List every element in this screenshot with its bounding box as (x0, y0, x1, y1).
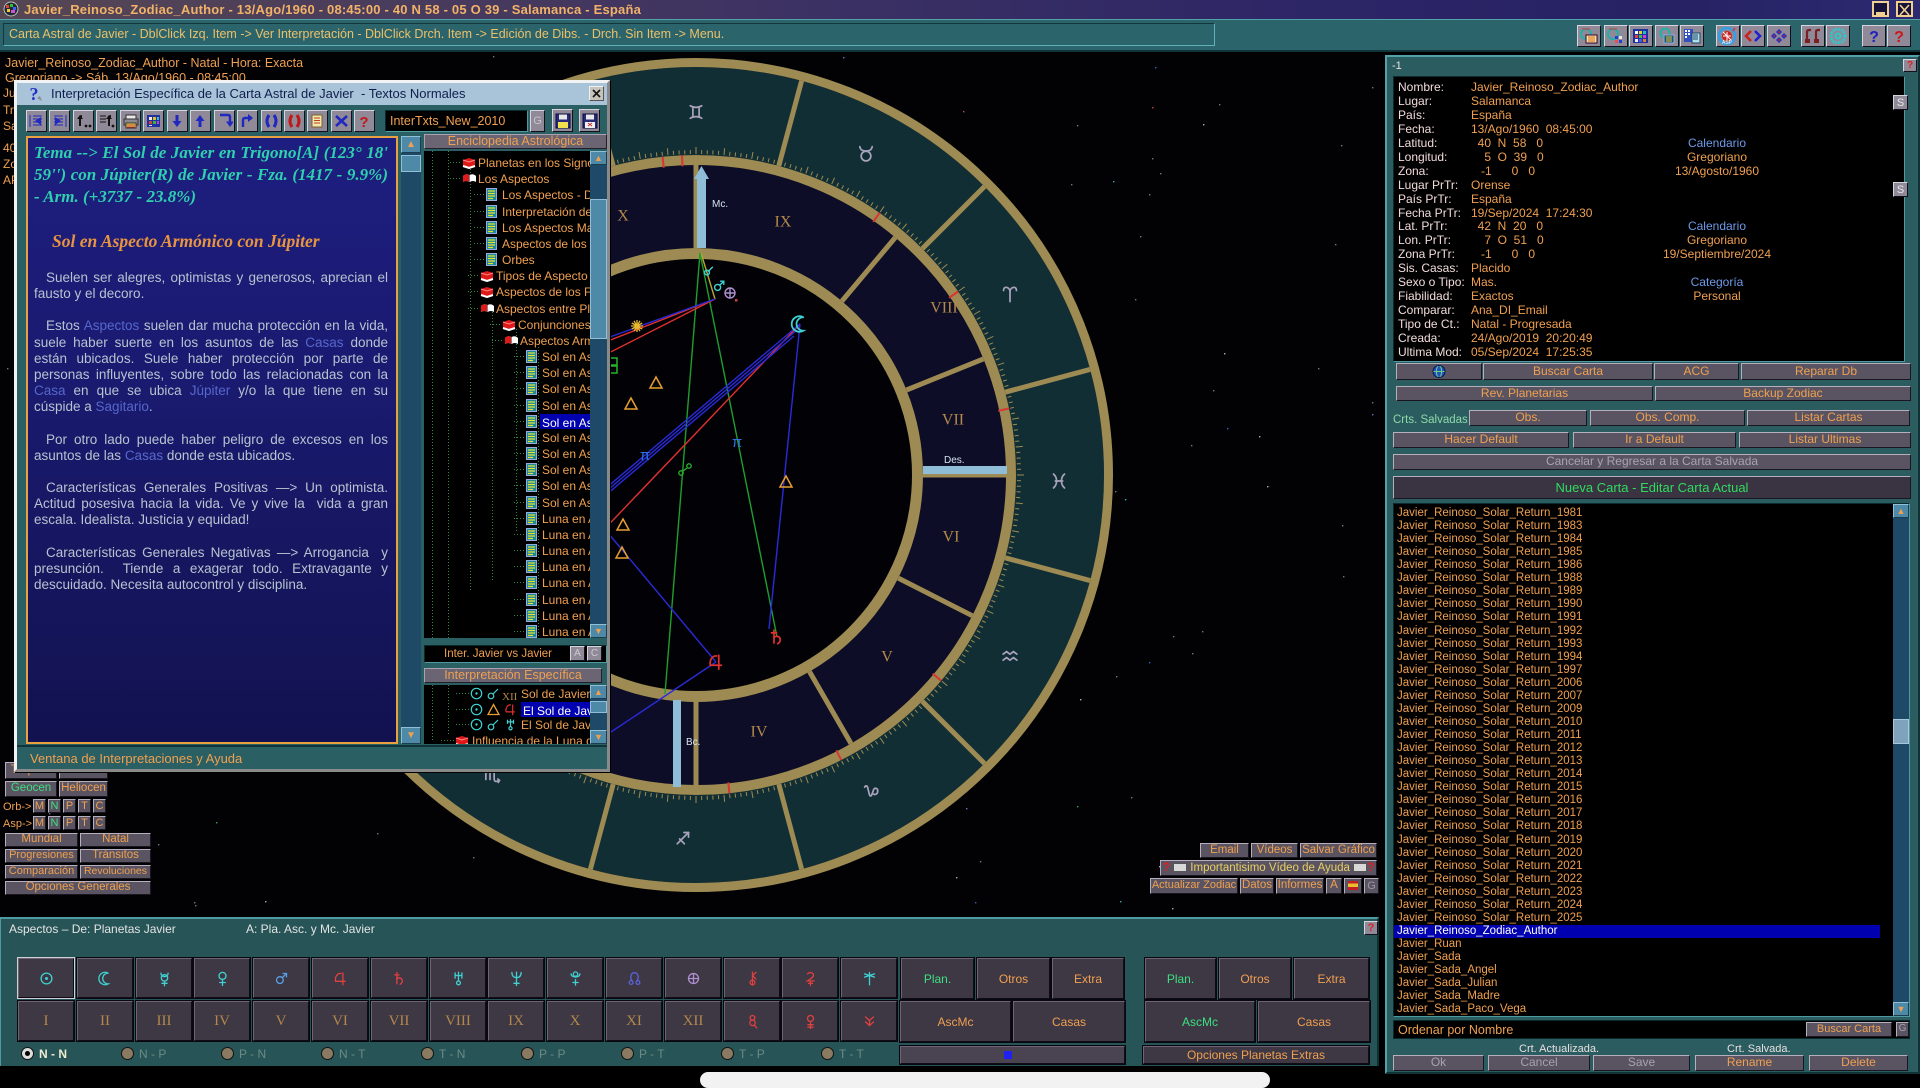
svg-text:Des.: Des. (944, 455, 965, 466)
svg-text:IV: IV (751, 724, 768, 741)
svg-text:VII: VII (942, 412, 964, 429)
svg-text:VIII: VIII (930, 300, 958, 317)
svg-text:X: X (617, 208, 629, 225)
svg-text:V: V (881, 649, 893, 666)
svg-text:ASP: ASP (1722, 40, 1733, 45)
svg-text:?: ? (359, 114, 368, 129)
svg-text:Bc.: Bc. (686, 737, 700, 748)
svg-text:VI: VI (943, 529, 960, 546)
svg-text:Mc.: Mc. (712, 199, 728, 210)
svg-text:π: π (732, 434, 742, 451)
svg-text:?: ? (1894, 29, 1904, 44)
svg-text:?: ? (30, 85, 39, 103)
svg-text:IX: IX (775, 214, 792, 231)
svg-text:?: ? (1869, 29, 1879, 44)
svg-text:π: π (640, 447, 650, 464)
